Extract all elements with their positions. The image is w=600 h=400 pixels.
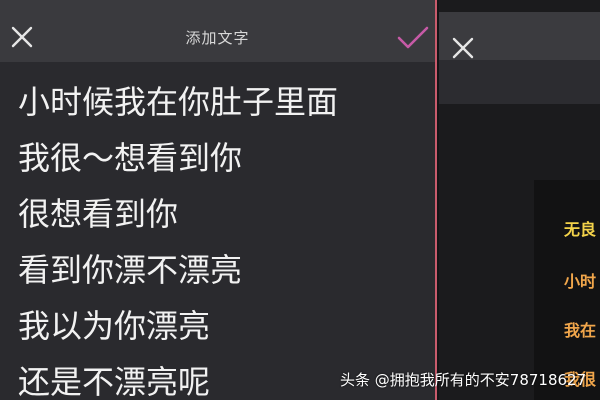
lyrics-text-input[interactable]: 小时候我在你肚子里面 我很～想看到你 很想看到你 看到你漂不漂亮 我以为你漂亮 … xyxy=(18,74,338,400)
lyric-line: 还是不漂亮呢 xyxy=(18,363,211,400)
lyric-line: 我以为你漂亮 xyxy=(18,307,211,345)
close-icon xyxy=(452,37,474,59)
preview-card: 无良 小时 我在 我很 xyxy=(534,180,600,400)
preview-toolbar xyxy=(439,60,600,104)
confirm-button[interactable] xyxy=(394,22,432,54)
lyric-line: 看到你漂不漂亮 xyxy=(18,251,243,289)
editor-title: 添加文字 xyxy=(185,29,250,47)
screen: 添加文字 小时候我在你肚子里面 我很～想看到你 很想看到你 看到你漂不漂亮 我以… xyxy=(0,0,600,400)
preview-line: 小时 xyxy=(564,272,597,291)
preview-line: 无良 xyxy=(564,220,597,239)
watermark: 头条 @拥抱我所有的不安78718627 xyxy=(340,371,587,389)
lyric-line: 我很～想看到你 xyxy=(18,139,243,177)
check-icon xyxy=(397,26,429,49)
editor-header: 添加文字 xyxy=(0,0,435,62)
preview-header xyxy=(439,12,600,60)
preview-panel: 无良 小时 我在 我很 xyxy=(439,0,600,400)
lyric-line: 很想看到你 xyxy=(18,195,179,233)
preview-line: 我在 xyxy=(564,321,597,340)
text-editor-panel: 添加文字 小时候我在你肚子里面 我很～想看到你 很想看到你 看到你漂不漂亮 我以… xyxy=(0,0,437,400)
lyric-line: 小时候我在你肚子里面 xyxy=(18,83,339,121)
